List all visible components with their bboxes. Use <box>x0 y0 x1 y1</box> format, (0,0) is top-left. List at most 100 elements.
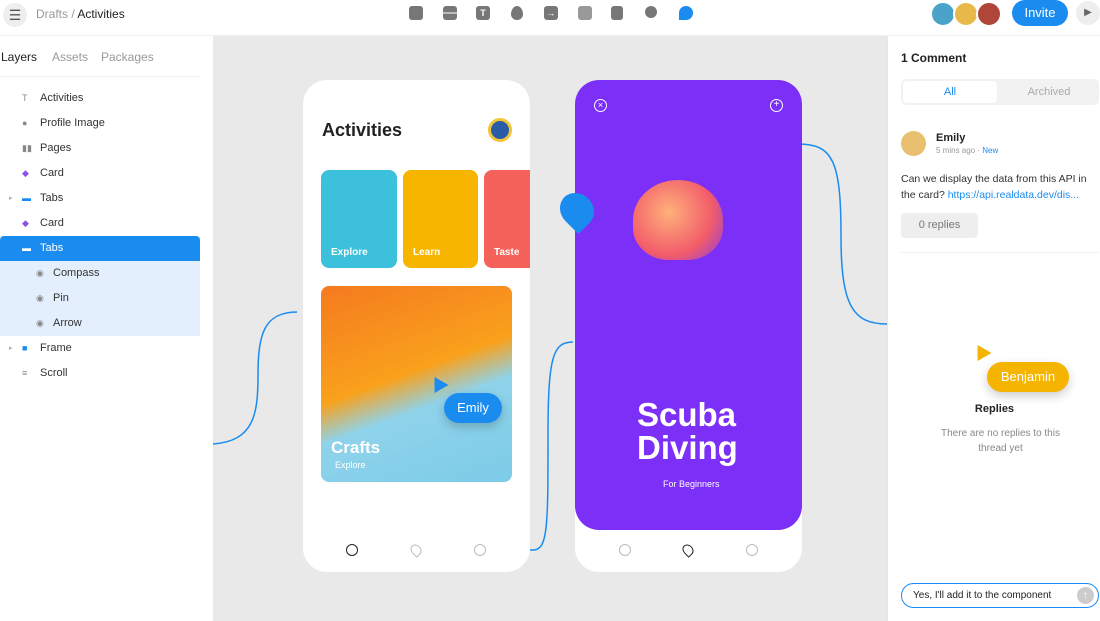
tab-packages[interactable]: Packages <box>101 50 154 64</box>
rectangle-icon[interactable] <box>409 6 423 20</box>
tab-layers[interactable]: Layers <box>1 50 37 64</box>
reply-input[interactable]: Yes, I'll add it to the component ↑ <box>901 583 1099 608</box>
profile-image <box>488 118 512 142</box>
arrow-icon[interactable] <box>474 544 486 556</box>
compass-icon[interactable] <box>346 544 358 556</box>
card-learn[interactable]: Learn <box>403 170 478 268</box>
new-badge: New <box>982 146 999 155</box>
comment-link[interactable]: https://api.realdata.dev/dis... <box>948 189 1079 201</box>
top-bar: ☰ Drafts / Activities T → Invite ▶ <box>0 0 1100 36</box>
comments-panel: 1 Comment All Archived Emily 5 mins ago … <box>887 36 1100 621</box>
text-icon: T <box>22 93 28 103</box>
divider <box>0 76 200 77</box>
layers-panel: Layers Assets Packages T Activities ● Profi… <box>0 36 213 621</box>
hero-title: Scuba Diving <box>637 398 738 464</box>
layer-item[interactable]: ◆ Card <box>0 211 200 236</box>
send-icon[interactable]: ↑ <box>1077 587 1094 604</box>
card-explore[interactable]: Explore <box>321 170 397 268</box>
layer-item[interactable]: ▬ Tabs <box>0 236 200 261</box>
layer-label: Card <box>40 217 64 229</box>
no-replies-text: There are no replies to this thread yet <box>941 428 1060 454</box>
layer-item[interactable]: ▸ ▬ Tabs <box>0 186 200 211</box>
tab-assets[interactable]: Assets <box>52 50 88 64</box>
divider <box>901 252 1099 253</box>
layer-item[interactable]: ◉ Arrow <box>0 311 200 336</box>
drop-icon: ◉ <box>36 293 44 303</box>
breadcrumb-current: Activities <box>77 7 125 21</box>
list-icon[interactable] <box>578 6 592 20</box>
layer-label: Frame <box>40 342 72 354</box>
hero-title-line: Scuba <box>637 396 737 433</box>
layer-label: Card <box>40 167 64 179</box>
card-label: Taste <box>494 247 520 258</box>
component-icon: ◆ <box>22 218 29 228</box>
link-line <box>797 143 887 325</box>
breadcrumb: Drafts / Activities <box>36 7 125 21</box>
comment-filter-tabs: All Archived <box>901 79 1099 105</box>
tab-all[interactable]: All <box>903 81 997 103</box>
expand-icon[interactable]: ▸ <box>9 336 13 361</box>
drop-icon: ◉ <box>36 318 44 328</box>
layer-item[interactable]: T Activities <box>0 86 200 111</box>
expand-icon[interactable]: ▸ <box>9 186 13 211</box>
card-crafts[interactable]: Crafts Explore <box>321 286 512 482</box>
layer-item[interactable]: ≡ Scroll <box>0 361 200 386</box>
tab-archived[interactable]: Archived <box>1001 81 1097 103</box>
hero: × + Scuba Diving For Beginners <box>575 80 802 530</box>
card-row: Explore Learn Taste <box>321 170 530 268</box>
pin-icon[interactable] <box>680 542 696 558</box>
layer-label: Tabs <box>40 192 64 204</box>
reply-input-value: Yes, I'll add it to the component <box>913 590 1052 601</box>
drop-icon: ◉ <box>36 268 44 278</box>
layer-item[interactable]: ◉ Pin <box>0 286 200 311</box>
avatar[interactable] <box>976 1 1002 27</box>
text-icon[interactable]: T <box>476 6 490 20</box>
phone-screen-activities[interactable]: Activities Explore Learn Taste Crafts Ex… <box>303 80 530 572</box>
card-label: Learn <box>413 247 441 258</box>
breadcrumb-parent[interactable]: Drafts / <box>36 7 75 21</box>
stack-icon[interactable] <box>443 6 457 20</box>
card-subtitle: Explore <box>335 460 366 470</box>
hero-subtitle: For Beginners <box>663 479 720 489</box>
search-icon[interactable] <box>645 6 657 18</box>
layer-label: Pages <box>40 142 72 154</box>
comment-icon[interactable] <box>679 6 693 20</box>
replies-heading: Replies <box>974 403 1015 415</box>
play-button[interactable]: ▶ <box>1076 1 1100 25</box>
stack-icon: ▬ <box>22 243 31 253</box>
layer-item[interactable]: ◆ Card <box>0 161 200 186</box>
drop-icon[interactable] <box>511 6 523 20</box>
card-label: Explore <box>331 247 368 258</box>
layer-label: Activities <box>40 92 84 104</box>
arrow-icon[interactable] <box>746 544 758 556</box>
comment-time: 5 mins ago · <box>936 146 981 155</box>
panel-icon[interactable] <box>611 6 623 20</box>
replies-button[interactable]: 0 replies <box>901 213 978 238</box>
canvas: Activities Explore Learn Taste Crafts Ex… <box>213 36 887 621</box>
layer-label: Scroll <box>40 367 68 379</box>
hero-title-line: Diving <box>637 429 738 466</box>
layer-item[interactable]: ● Profile Image <box>0 111 200 136</box>
card-title: Crafts <box>331 438 381 457</box>
layer-item[interactable]: ▮▮ Pages <box>0 136 200 161</box>
phone-screen-scuba[interactable]: × + Scuba Diving For Beginners <box>552 80 802 572</box>
scroll-icon: ≡ <box>22 368 28 378</box>
circle-icon: ● <box>22 118 28 128</box>
add-icon[interactable]: + <box>770 99 783 112</box>
pages-icon: ▮▮ <box>22 143 32 153</box>
layer-label: Tabs <box>40 242 64 254</box>
jellyfish-image <box>633 180 723 260</box>
menu-button[interactable]: ☰ <box>3 3 27 27</box>
layer-item[interactable]: ◉ Compass <box>0 261 200 286</box>
pin-icon[interactable] <box>408 542 424 558</box>
layer-item[interactable]: ▸ ■ Frame <box>0 336 200 361</box>
cursor-label-benjamin: Benjamin <box>987 362 1069 392</box>
close-icon[interactable]: × <box>594 99 607 112</box>
screen-title: Activities <box>322 120 403 140</box>
card-taste[interactable]: Taste <box>484 170 530 268</box>
avatar <box>901 131 926 156</box>
compass-icon[interactable] <box>619 544 631 556</box>
invite-button[interactable]: Invite <box>1012 0 1068 26</box>
import-icon[interactable]: → <box>544 6 558 20</box>
comment-author: Emily <box>936 132 966 144</box>
